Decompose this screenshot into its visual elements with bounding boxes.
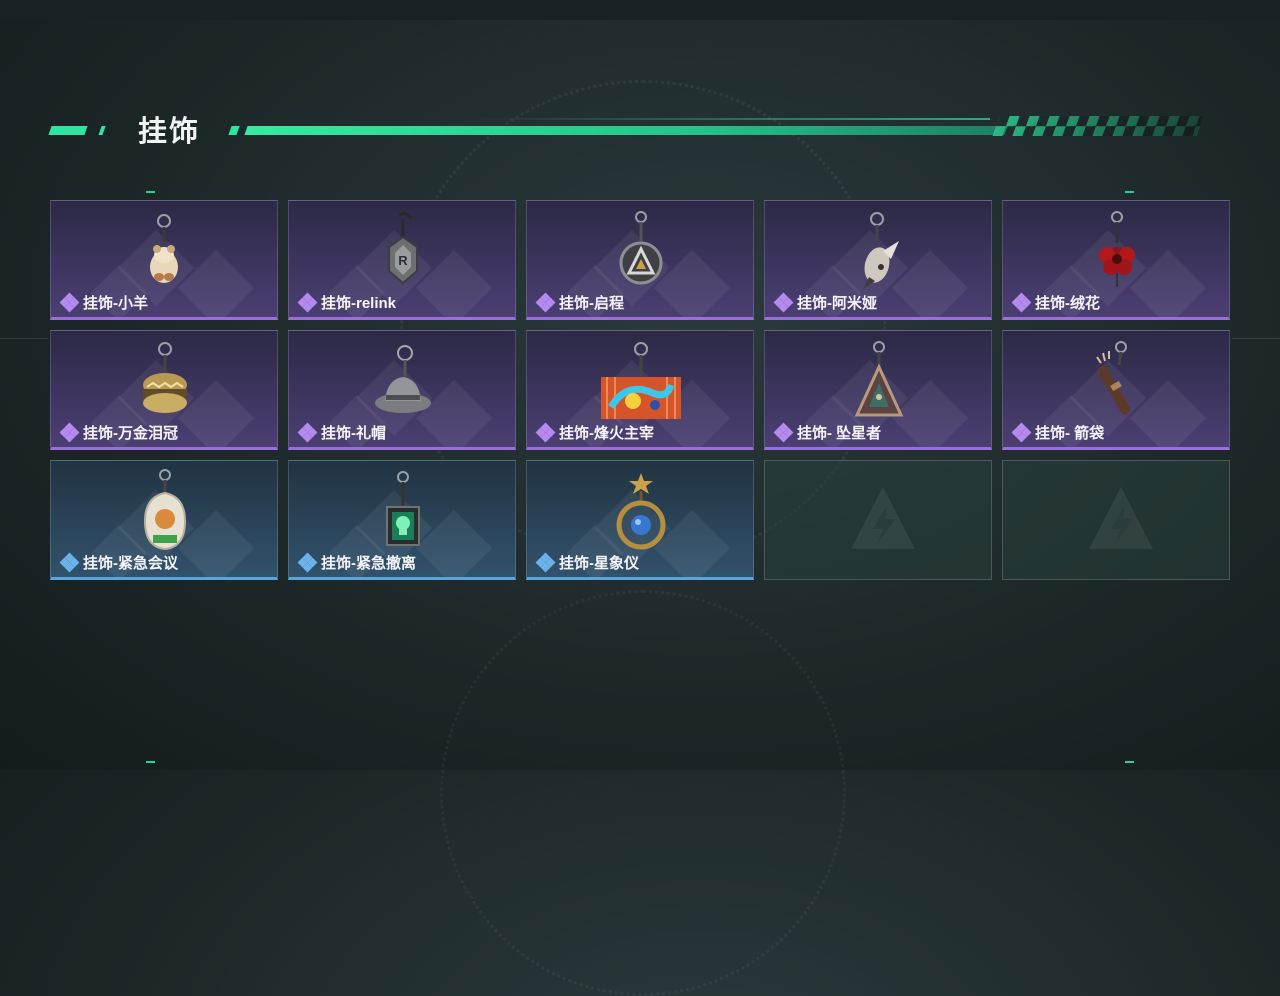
locked-slot-logo-icon	[1089, 487, 1153, 549]
meeting-badge-charm-icon	[143, 469, 187, 551]
divider-line	[1232, 338, 1280, 339]
corner-tick	[1125, 761, 1134, 763]
svg-text:R: R	[398, 253, 408, 268]
header-accent-bar	[228, 126, 240, 135]
charm-label: 挂饰-启程	[535, 292, 624, 313]
charm-label: 挂饰-relink	[297, 292, 396, 313]
empty-slot	[1002, 460, 1230, 580]
rarity-diamond-icon	[1011, 422, 1032, 442]
charm-label: 挂饰-万金泪冠	[59, 422, 178, 443]
triangle-emblem-charm-icon	[619, 211, 663, 285]
charm-label: 挂饰-礼帽	[297, 422, 386, 443]
top-bar	[0, 0, 1280, 20]
header-accent-bar	[98, 126, 106, 135]
charm-label: 挂饰-星象仪	[535, 552, 639, 573]
lamb-charm-icon	[150, 214, 178, 283]
rarity-diamond-icon	[59, 422, 80, 442]
charm-card[interactable]: 挂饰-星象仪	[526, 460, 754, 580]
charm-card[interactable]: 挂饰-绒花	[1002, 200, 1230, 320]
header-accent-bar	[48, 126, 88, 135]
rarity-diamond-icon	[773, 292, 794, 312]
header-checker-pattern	[992, 116, 1204, 136]
star-triangle-charm-icon	[854, 341, 904, 417]
charm-card[interactable]: 挂饰-礼帽	[288, 330, 516, 450]
background-ring	[440, 590, 846, 996]
empty-slot	[764, 460, 992, 580]
red-flower-charm-icon	[1099, 211, 1135, 287]
header-progress-stripe	[244, 126, 1008, 135]
locked-slot-logo-icon	[851, 487, 915, 549]
bunny-plush-charm-icon	[863, 212, 899, 289]
rarity-diamond-icon	[1011, 292, 1032, 312]
graffiti-container-charm-icon	[601, 342, 681, 419]
corner-tick	[1125, 191, 1134, 193]
charm-label: 挂饰-紧急撤离	[297, 552, 416, 573]
charm-card[interactable]: 挂饰-紧急撤离	[288, 460, 516, 580]
charm-card[interactable]: 挂饰- 坠星者	[764, 330, 992, 450]
rarity-diamond-icon	[59, 292, 80, 312]
rarity-diamond-icon	[535, 552, 556, 572]
rarity-diamond-icon	[59, 552, 80, 572]
astrolabe-charm-icon	[616, 473, 666, 550]
rarity-diamond-icon	[535, 292, 556, 312]
charm-card[interactable]: 挂饰-烽火主宰	[526, 330, 754, 450]
section-title: 挂饰	[138, 116, 201, 148]
divider-line	[0, 338, 48, 339]
fedora-hat-charm-icon	[375, 345, 431, 413]
corner-tick	[146, 761, 155, 763]
charm-card[interactable]: 挂饰-阿米娅	[764, 200, 992, 320]
charm-grid: 挂饰-小羊 R 挂饰-relink 挂饰-启程 挂饰-阿米娅 挂饰-绒花 挂饰-…	[50, 200, 1230, 580]
rarity-diamond-icon	[297, 422, 318, 442]
charm-label: 挂饰-绒花	[1011, 292, 1100, 313]
relink-charm-icon: R	[388, 212, 418, 285]
header-thin-line	[470, 118, 990, 120]
rarity-diamond-icon	[297, 552, 318, 572]
corner-tick	[146, 191, 155, 193]
quiver-charm-icon	[1096, 341, 1131, 415]
charm-label: 挂饰-小羊	[59, 292, 148, 313]
charm-card[interactable]: 挂饰- 箭袋	[1002, 330, 1230, 450]
charm-label: 挂饰-紧急会议	[59, 552, 178, 573]
golden-crown-charm-icon	[143, 342, 187, 413]
charm-card[interactable]: 挂饰-启程	[526, 200, 754, 320]
rarity-diamond-icon	[297, 292, 318, 312]
rarity-diamond-icon	[773, 422, 794, 442]
skull-frame-charm-icon	[386, 471, 420, 546]
charm-label: 挂饰-烽火主宰	[535, 422, 654, 443]
charm-card[interactable]: R 挂饰-relink	[288, 200, 516, 320]
charm-label: 挂饰- 箭袋	[1011, 422, 1104, 443]
charm-card[interactable]: 挂饰-小羊	[50, 200, 278, 320]
rarity-diamond-icon	[535, 422, 556, 442]
charm-card[interactable]: 挂饰-万金泪冠	[50, 330, 278, 450]
charm-label: 挂饰- 坠星者	[773, 422, 881, 443]
charm-card[interactable]: 挂饰-紧急会议	[50, 460, 278, 580]
charm-label: 挂饰-阿米娅	[773, 292, 877, 313]
